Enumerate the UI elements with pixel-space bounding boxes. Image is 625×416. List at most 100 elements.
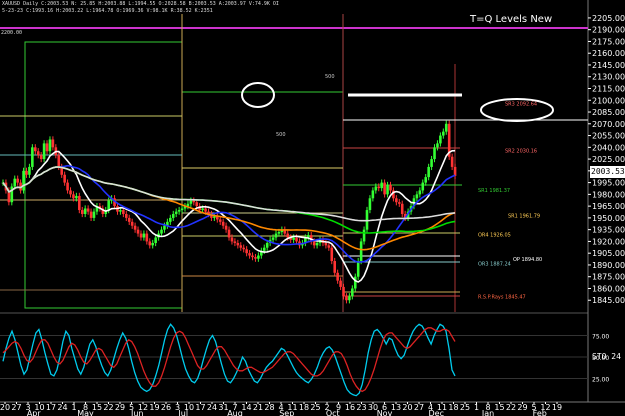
level-label: SR1 1981.37	[478, 188, 510, 194]
x-day-label: 22	[103, 403, 113, 412]
x-month-label: May	[77, 409, 94, 416]
x-day-label: 25	[310, 403, 320, 412]
candle-body	[154, 237, 157, 243]
candle-body	[186, 203, 190, 207]
x-day-label: 23	[356, 403, 366, 412]
candle-body	[339, 280, 342, 287]
candle-body	[227, 229, 231, 238]
candle-body	[330, 247, 334, 262]
x-day-label: 1	[474, 403, 479, 412]
y-tick-label: 2040.00	[592, 143, 625, 152]
y-tick-label: 2175.00	[592, 37, 625, 46]
y-tick-label: 1980.00	[592, 190, 625, 199]
candle-body	[31, 147, 34, 167]
candle-body	[189, 200, 193, 204]
candle-body	[119, 210, 122, 212]
candle-body	[400, 203, 404, 214]
candle-body	[218, 219, 222, 222]
candle-body	[201, 208, 204, 211]
x-day-label: 17	[46, 403, 56, 412]
candle-body	[327, 245, 331, 248]
candle-body	[192, 200, 196, 203]
x-day-label: 13	[391, 403, 401, 412]
y-tick-label: 2205.00	[592, 14, 625, 23]
level-label: OR3 1887.24	[478, 262, 511, 268]
level-label: SR2 2030.16	[505, 149, 537, 155]
y-tick-label: 2130.00	[592, 73, 625, 82]
candle-body	[368, 198, 372, 211]
candle-body	[136, 229, 140, 234]
candle-body	[221, 221, 225, 226]
candle-body	[45, 143, 49, 152]
x-month-label: Aug	[227, 409, 243, 416]
candle-body	[430, 159, 433, 167]
candle-body	[16, 178, 19, 183]
x-day-label: 15	[494, 403, 504, 412]
candle-body	[195, 202, 199, 207]
candle-body	[312, 241, 316, 246]
candle-body	[177, 210, 181, 212]
level-label: R.S.P.Rays 1845.47	[478, 294, 526, 300]
candle-body	[342, 286, 345, 297]
x-month-label: Jan	[481, 409, 494, 416]
candle-body	[265, 242, 269, 248]
candle-body	[107, 200, 110, 211]
price-chart[interactable]: 2205.002190.002175.002160.002145.002130.…	[0, 0, 625, 416]
candle-body	[174, 211, 178, 214]
candle-body	[444, 123, 448, 132]
x-month-label: Feb	[533, 409, 547, 416]
candle-body	[239, 245, 243, 248]
candle-body	[424, 177, 428, 183]
candle-body	[295, 237, 298, 242]
y-tick-label: 2100.00	[592, 96, 625, 105]
candle-body	[230, 237, 234, 242]
candle-body	[333, 261, 337, 273]
candle-body	[324, 242, 328, 246]
candle-body	[374, 186, 378, 191]
candle-body	[389, 184, 392, 191]
candle-body	[383, 182, 386, 195]
osc-tick-label: 75.00	[592, 334, 609, 341]
candle-body	[271, 237, 275, 240]
x-day-label: 27	[414, 403, 424, 412]
candle-body	[450, 156, 454, 167]
candle-body	[371, 190, 375, 199]
candle-body	[380, 182, 383, 189]
candle-body	[83, 208, 87, 214]
candle-body	[427, 166, 430, 178]
x-day-label: 29	[517, 403, 527, 412]
candle-body	[92, 211, 96, 218]
candle-body	[180, 208, 184, 211]
y-tick-label: 2160.00	[592, 49, 625, 58]
y-tick-label: 1845.00	[592, 296, 625, 305]
x-month-label: Jul	[177, 409, 188, 416]
chart-header-line1: XAUUSD Daily C:2003.53 N: 25.85 H:2003.8…	[2, 1, 279, 7]
candle-body	[33, 147, 37, 152]
candle-body	[345, 296, 348, 301]
candle-body	[395, 198, 398, 203]
y-tick-label: 1875.00	[592, 273, 625, 282]
candle-body	[22, 170, 25, 191]
osc-tick-label: 25.00	[592, 377, 609, 384]
candle-body	[51, 139, 55, 148]
x-day-label: 24	[57, 403, 67, 412]
candle-body	[286, 233, 290, 238]
level-label: OR4 1926.05	[478, 233, 511, 239]
candle-body	[39, 155, 43, 160]
x-day-label: 16	[345, 403, 355, 412]
candle-body	[248, 253, 251, 256]
x-month-label: Apr	[27, 409, 42, 416]
candle-body	[436, 143, 439, 148]
x-day-label: 24	[207, 403, 217, 412]
candle-body	[356, 261, 360, 277]
x-day-label: 20	[0, 403, 10, 412]
y-tick-label: 1860.00	[592, 284, 625, 293]
y-tick-label: 1965.00	[592, 202, 625, 211]
x-day-label: 18	[448, 403, 458, 412]
candle-body	[442, 131, 445, 136]
x-day-label: 29	[115, 403, 125, 412]
x-day-label: 26	[161, 403, 171, 412]
candle-body	[63, 174, 66, 183]
x-day-label: 22	[506, 403, 516, 412]
candle-body	[224, 225, 228, 230]
